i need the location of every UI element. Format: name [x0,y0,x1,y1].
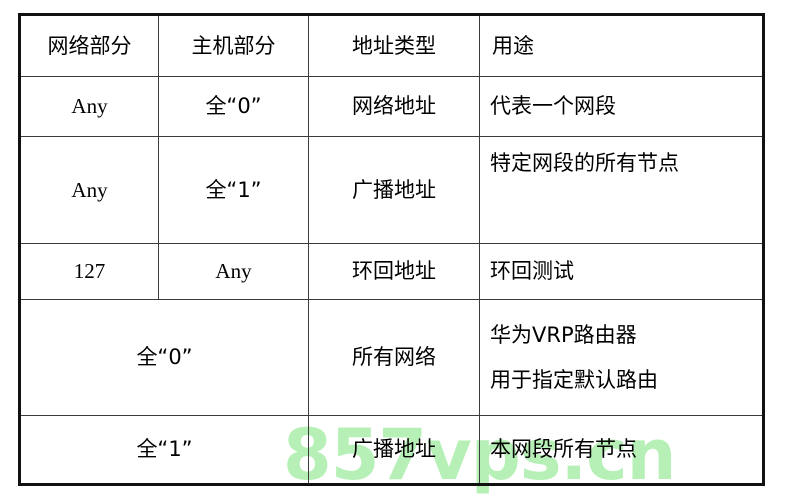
table-container: 网络部分 主机部分 地址类型 用途 Any 全“0” 网络地址 代表一个网段 A… [18,13,765,486]
column-header-host-part: 主机部分 [158,14,309,77]
table-header-row: 网络部分 主机部分 地址类型 用途 [19,14,764,77]
cell-purpose-value: 代表一个网段 [490,94,616,119]
cell-host-part-value: Any [215,259,252,284]
cell-host-part: Any [158,243,309,300]
cell-purpose: 代表一个网段 [479,76,764,137]
cell-address-type: 广播地址 [308,415,480,485]
table-row: 全“0” 所有网络 华为VRP路由器 用于指定默认路由 [19,299,764,416]
column-header-purpose: 用途 [479,14,764,77]
cell-network-host-merged: 全“0” [19,299,309,416]
cell-network-host-merged: 全“1” [19,415,309,485]
column-header-purpose-label: 用途 [492,33,534,58]
table-row: 127 Any 环回地址 环回测试 [19,243,764,300]
column-header-network-part: 网络部分 [19,14,159,77]
table-row: Any 全“1” 广播地址 特定网段的所有节点 [19,136,764,244]
cell-network-part: Any [19,76,159,137]
cell-purpose-line-1: 华为VRP路由器 [490,323,637,348]
table-row: 全“1” 广播地址 本网段所有节点 [19,415,764,485]
cell-address-type-value: 广播地址 [352,437,436,462]
cell-address-type-value: 所有网络 [352,345,436,370]
column-header-host-part-label: 主机部分 [191,33,276,58]
cell-host-part-value: 全“0” [205,94,262,119]
cell-network-host-merged-value: 全“0” [136,345,193,370]
cell-address-type: 广播地址 [308,136,480,244]
cell-address-type-value: 环回地址 [352,259,436,284]
cell-address-type-value: 广播地址 [352,177,436,202]
cell-network-part-value: Any [71,177,108,202]
cell-purpose-value: 环回测试 [490,259,574,284]
cell-host-part: 全“1” [158,136,309,244]
column-header-network-part-label: 网络部分 [47,33,132,58]
cell-host-part-value: 全“1” [205,177,262,202]
cell-network-part: 127 [19,243,159,300]
cell-purpose-value: 本网段所有节点 [490,437,637,462]
cell-purpose-line-2: 用于指定默认路由 [490,367,658,392]
cell-purpose: 华为VRP路由器 用于指定默认路由 [479,299,764,416]
cell-network-host-merged-value: 全“1” [136,437,193,462]
cell-network-part: Any [19,136,159,244]
cell-purpose-value: 特定网段的所有节点 [490,151,679,175]
table-header: 网络部分 主机部分 地址类型 用途 [19,14,764,77]
cell-purpose: 特定网段的所有节点 [479,136,764,244]
column-header-address-type-label: 地址类型 [352,33,436,58]
cell-address-type: 环回地址 [308,243,480,300]
cell-network-part-value: Any [71,94,108,119]
cell-host-part: 全“0” [158,76,309,137]
column-header-address-type: 地址类型 [308,14,480,77]
cell-purpose: 本网段所有节点 [479,415,764,485]
ip-address-types-table: 网络部分 主机部分 地址类型 用途 Any 全“0” 网络地址 代表一个网段 A… [18,13,765,486]
cell-address-type: 网络地址 [308,76,480,137]
cell-address-type-value: 网络地址 [352,94,436,119]
table-row: Any 全“0” 网络地址 代表一个网段 [19,76,764,137]
cell-purpose: 环回测试 [479,243,764,300]
cell-address-type: 所有网络 [308,299,480,416]
cell-network-part-value: 127 [73,259,106,284]
table-body: Any 全“0” 网络地址 代表一个网段 Any 全“1” 广播地址 特定网段的… [19,76,764,485]
